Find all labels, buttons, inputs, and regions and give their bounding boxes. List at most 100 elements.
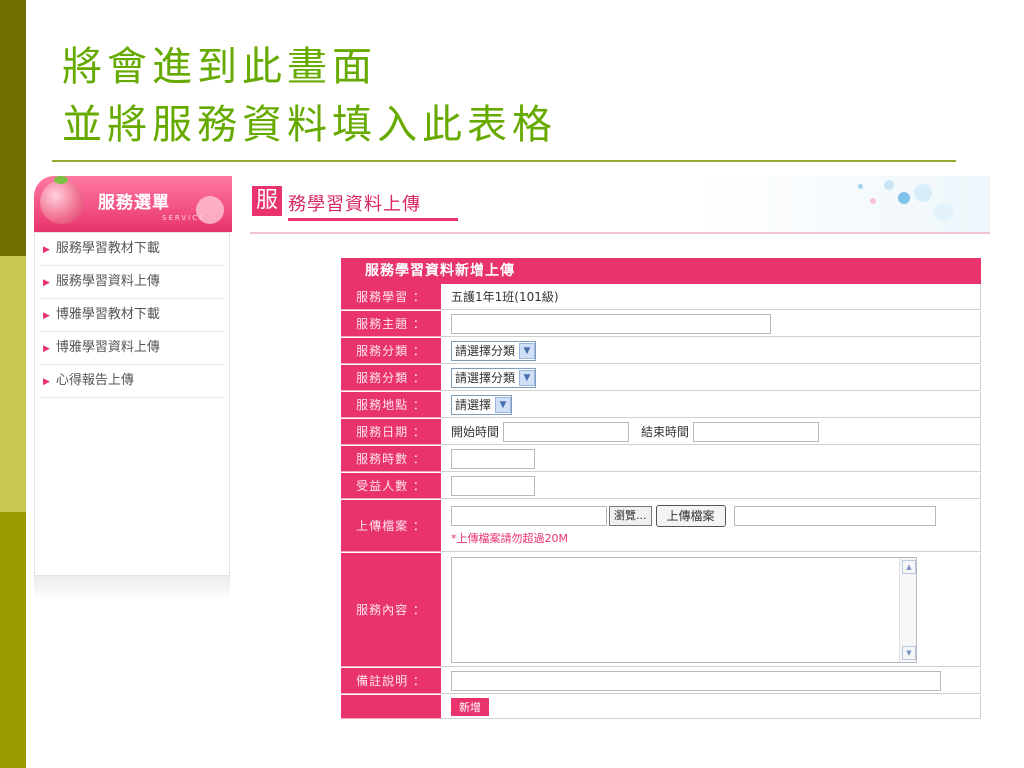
label-category-2: 服務分類 ： bbox=[341, 365, 441, 391]
arrow-icon: ▶ bbox=[43, 377, 50, 387]
upload-file-button[interactable]: 上傳檔案 bbox=[655, 505, 726, 527]
row-class: 服務學習 ： 五護1年1班(101級) bbox=[341, 284, 981, 311]
sidebar-item-service-data-upload[interactable]: ▶ 服務學習資料上傳 bbox=[41, 266, 223, 299]
screenshot-panel: 服務選單 SERVICE ▶ 服務學習教材下載 ▶ 服務學習資料上傳 ▶ 博雅學習教材… bbox=[34, 170, 990, 722]
browse-button[interactable]: 瀏覽... bbox=[609, 506, 652, 526]
row-category-1: 服務分類 ： 請選擇分類 ▼ bbox=[341, 338, 981, 365]
end-time-label: 結束時間 bbox=[641, 425, 690, 439]
sidebar-item-label: 博雅學習教材下載 bbox=[55, 307, 160, 322]
label-hours: 服務時數 ： bbox=[341, 446, 441, 472]
class-value: 五護1年1班(101級) bbox=[441, 284, 981, 310]
title-underline bbox=[288, 218, 458, 221]
upload-size-warning: *上傳檔案請勿超過20M bbox=[451, 532, 568, 545]
leaf-icon bbox=[54, 176, 68, 184]
slide-side-bar-middle bbox=[0, 256, 26, 512]
sidebar-shadow bbox=[34, 576, 230, 600]
file-path-input[interactable] bbox=[451, 506, 607, 526]
bubble-icon bbox=[898, 192, 910, 204]
chevron-down-icon: ▼ bbox=[495, 396, 512, 413]
row-location: 服務地點 ： 請選擇 ▼ bbox=[341, 392, 981, 419]
content-cell: ▲ ▼ bbox=[441, 553, 981, 667]
category-1-cell: 請選擇分類 ▼ bbox=[441, 338, 981, 364]
label-beneficiaries: 受益人數 ： bbox=[341, 473, 441, 499]
submit-cell: 新增 bbox=[441, 695, 981, 719]
banner-initial: 服 bbox=[252, 186, 282, 216]
apple-icon bbox=[40, 180, 84, 224]
title-divider bbox=[52, 160, 956, 162]
upload-status-input[interactable] bbox=[733, 506, 936, 526]
start-time-input[interactable] bbox=[503, 421, 630, 442]
textarea-scrollbar[interactable]: ▲ ▼ bbox=[899, 557, 916, 662]
sidebar-title: 服務選單 bbox=[98, 193, 170, 213]
row-upload: 上傳檔案 ： 瀏覽... 上傳檔案 *上傳檔案請勿超過20M bbox=[341, 500, 981, 553]
page-title: 務學習資料上傳 bbox=[288, 194, 421, 215]
chevron-down-icon: ▼ bbox=[519, 342, 536, 359]
slide-title-line-2: 並將服務資料填入此表格 bbox=[62, 102, 557, 148]
label-notes: 備註說明 ： bbox=[341, 668, 441, 694]
label-topic: 服務主題 ： bbox=[341, 311, 441, 337]
add-button[interactable]: 新增 bbox=[451, 697, 489, 716]
notes-cell bbox=[441, 668, 981, 694]
location-cell: 請選擇 ▼ bbox=[441, 392, 981, 418]
sidebar-item-label: 博雅學習資料上傳 bbox=[55, 340, 160, 355]
upload-controls: 瀏覽... 上傳檔案 bbox=[451, 505, 936, 527]
sidebar-item-label: 服務學習資料上傳 bbox=[55, 274, 160, 289]
slide-title-line-1: 將會進到此畫面 bbox=[62, 44, 377, 90]
label-empty bbox=[341, 695, 441, 719]
category-2-cell: 請選擇分類 ▼ bbox=[441, 365, 981, 391]
label-location: 服務地點 ： bbox=[341, 392, 441, 418]
category-2-select[interactable]: 請選擇分類 ▼ bbox=[451, 367, 537, 388]
row-notes: 備註說明 ： bbox=[341, 668, 981, 695]
sidebar-menu: ▶ 服務學習教材下載 ▶ 服務學習資料上傳 ▶ 博雅學習教材下載 ▶ 博雅學習資料上傳 … bbox=[34, 232, 230, 576]
bubble-icon bbox=[884, 180, 894, 190]
hours-cell bbox=[441, 446, 981, 472]
row-submit: 新增 bbox=[341, 695, 981, 720]
sidebar-item-report-upload[interactable]: ▶ 心得報告上傳 bbox=[41, 365, 223, 398]
label-class: 服務學習 ： bbox=[341, 284, 441, 310]
category-1-selected: 請選擇分類 bbox=[455, 343, 516, 358]
category-1-select[interactable]: 請選擇分類 ▼ bbox=[451, 340, 537, 361]
sidebar-item-service-materials-download[interactable]: ▶ 服務學習教材下載 bbox=[41, 233, 223, 266]
slide-side-bar-top bbox=[0, 0, 26, 256]
bubble-icon bbox=[934, 202, 954, 222]
location-selected: 請選擇 bbox=[455, 397, 492, 412]
bubble-icon bbox=[858, 184, 863, 189]
row-hours: 服務時數 ： bbox=[341, 446, 981, 473]
slide-side-bar-bottom bbox=[0, 512, 26, 768]
slide-title: 將會進到此畫面 並將服務資料填入此表格 bbox=[62, 38, 557, 154]
content-textarea[interactable]: ▲ ▼ bbox=[451, 556, 917, 663]
beneficiaries-input[interactable] bbox=[451, 475, 535, 496]
end-time-input[interactable] bbox=[693, 421, 820, 442]
scroll-up-icon[interactable]: ▲ bbox=[902, 559, 916, 574]
hours-input[interactable] bbox=[451, 448, 535, 469]
upload-form: 服務學習資料新增上傳 服務學習 ： 五護1年1班(101級) 服務主題 ： 服務… bbox=[341, 258, 981, 720]
label-upload: 上傳檔案 ： bbox=[341, 500, 441, 552]
arrow-icon: ▶ bbox=[43, 278, 50, 288]
arrow-icon: ▶ bbox=[43, 245, 50, 255]
chevron-down-icon: ▼ bbox=[519, 369, 536, 386]
start-time-label: 開始時間 bbox=[451, 425, 500, 439]
row-content: 服務內容 ： ▲ ▼ bbox=[341, 553, 981, 668]
label-category-1: 服務分類 ： bbox=[341, 338, 441, 364]
date-cell: 開始時間 結束時間 bbox=[441, 419, 981, 445]
arrow-icon: ▶ bbox=[43, 311, 50, 321]
bubble-icon bbox=[870, 198, 876, 204]
location-select[interactable]: 請選擇 ▼ bbox=[451, 394, 513, 415]
scroll-down-icon[interactable]: ▼ bbox=[902, 645, 916, 660]
beneficiaries-cell bbox=[441, 473, 981, 499]
row-topic: 服務主題 ： bbox=[341, 311, 981, 338]
topic-input[interactable] bbox=[451, 313, 771, 334]
row-category-2: 服務分類 ： 請選擇分類 ▼ bbox=[341, 365, 981, 392]
sidebar-item-liberal-materials-download[interactable]: ▶ 博雅學習教材下載 bbox=[41, 299, 223, 332]
sidebar-header: 服務選單 SERVICE bbox=[34, 176, 232, 232]
bubble-icon bbox=[914, 184, 932, 202]
upload-cell: 瀏覽... 上傳檔案 *上傳檔案請勿超過20M bbox=[441, 500, 981, 552]
sidebar-item-label: 服務學習教材下載 bbox=[55, 241, 160, 256]
form-heading: 服務學習資料新增上傳 bbox=[341, 258, 981, 284]
row-date: 服務日期 ： 開始時間 結束時間 bbox=[341, 419, 981, 446]
decorative-circle-icon bbox=[196, 196, 224, 224]
row-beneficiaries: 受益人數 ： bbox=[341, 473, 981, 500]
notes-input[interactable] bbox=[451, 670, 941, 691]
category-2-selected: 請選擇分類 bbox=[455, 370, 516, 385]
sidebar-item-liberal-data-upload[interactable]: ▶ 博雅學習資料上傳 bbox=[41, 332, 223, 365]
